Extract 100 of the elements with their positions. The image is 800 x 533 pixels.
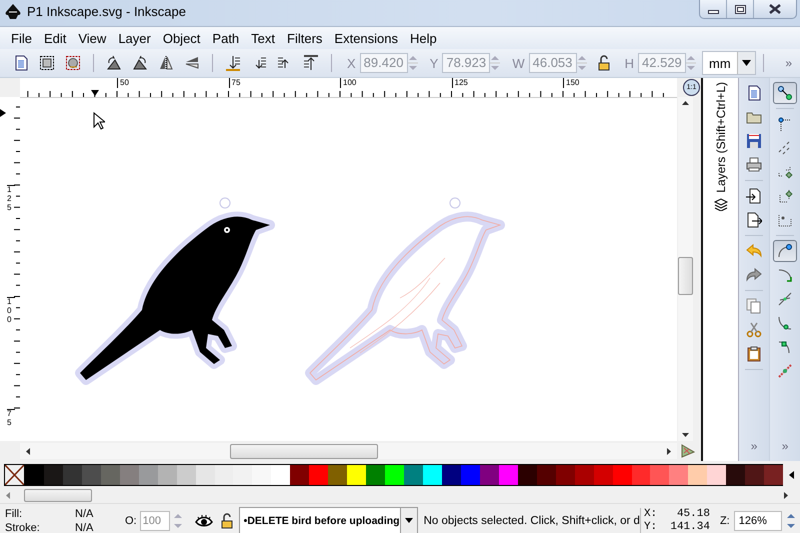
color-swatch[interactable] — [82, 464, 101, 486]
color-swatch[interactable] — [594, 464, 613, 486]
lower-to-bottom-icon — [225, 55, 241, 71]
cut-icon — [746, 322, 762, 338]
horizontal-scrollbar[interactable] — [20, 443, 677, 459]
scroll-right-icon — [667, 448, 671, 454]
raise-to-top-icon — [303, 55, 319, 71]
color-swatch[interactable] — [62, 464, 82, 486]
color-swatch[interactable] — [385, 464, 404, 486]
no-paint-icon — [5, 465, 24, 485]
select-all-layers-icon — [65, 55, 81, 71]
copy-icon — [746, 298, 762, 314]
no-paint-swatch[interactable] — [4, 464, 25, 486]
color-swatch[interactable] — [120, 464, 139, 486]
overflow-button[interactable]: » — [782, 439, 788, 453]
new-document-icon — [13, 55, 29, 71]
color-swatch[interactable] — [518, 464, 537, 486]
menu-item[interactable]: Help — [404, 30, 443, 46]
color-swatch[interactable] — [460, 464, 480, 486]
color-swatch[interactable] — [688, 464, 708, 486]
color-swatch[interactable] — [650, 464, 670, 486]
maximize-icon — [734, 4, 746, 14]
select-all-icon — [39, 55, 55, 71]
color-swatch[interactable] — [176, 464, 196, 486]
menu-item[interactable]: Object — [156, 30, 206, 46]
stroke-value: N/A — [75, 520, 94, 533]
unit-dropdown[interactable]: mm — [702, 51, 756, 75]
undo-icon — [746, 243, 762, 259]
color-swatch[interactable] — [233, 464, 252, 486]
color-swatch[interactable] — [271, 464, 290, 486]
color-swatch[interactable] — [347, 464, 366, 486]
menu-item[interactable]: Edit — [38, 30, 72, 46]
color-swatch[interactable] — [669, 464, 688, 486]
snap-enable-button[interactable] — [773, 82, 798, 104]
color-swatch[interactable] — [726, 464, 746, 486]
inkscape-logo-icon — [4, 3, 22, 21]
color-swatch[interactable] — [196, 464, 215, 486]
field-label: X — [347, 56, 356, 70]
scroll-right-icon — [784, 492, 788, 498]
color-swatch[interactable] — [100, 464, 120, 486]
spin-button[interactable] — [786, 512, 796, 530]
color-swatch[interactable] — [44, 464, 63, 486]
color-swatch[interactable] — [309, 464, 328, 486]
menu-item[interactable]: Layer — [112, 30, 157, 46]
print-icon — [746, 157, 762, 173]
color-swatch[interactable] — [442, 464, 461, 486]
ruler-label: 75 — [228, 78, 240, 88]
vertical-scrollbar[interactable] — [678, 97, 693, 441]
color-swatch[interactable] — [423, 464, 442, 486]
color-managed-icon[interactable] — [681, 444, 695, 458]
snap-intersection-icon — [777, 291, 794, 307]
color-swatch[interactable] — [632, 464, 650, 486]
color-swatch[interactable] — [214, 464, 234, 486]
color-swatch[interactable] — [366, 464, 386, 486]
palette-menu-icon[interactable] — [789, 471, 794, 479]
color-swatch[interactable] — [252, 464, 272, 486]
ruler-label: 50 — [117, 78, 129, 88]
color-swatch[interactable] — [480, 464, 499, 486]
color-swatch[interactable] — [328, 464, 348, 486]
color-swatch[interactable] — [138, 464, 158, 486]
field-label: W — [512, 56, 525, 70]
color-swatch[interactable] — [25, 464, 44, 486]
overflow-button[interactable]: » — [750, 439, 758, 453]
overflow-button[interactable]: » — [785, 56, 792, 70]
color-swatch[interactable] — [612, 464, 632, 486]
ruler-label: 100 — [340, 78, 356, 88]
color-swatch[interactable] — [498, 464, 518, 486]
scrollbar-thumb[interactable] — [678, 257, 693, 295]
color-swatch[interactable] — [556, 464, 575, 486]
color-swatch[interactable] — [707, 464, 726, 486]
caret-icon — [404, 518, 413, 523]
layer-dropdown[interactable]: •DELETE bird before uploading — [238, 507, 418, 533]
color-swatch[interactable] — [574, 464, 594, 486]
window-title: P1 Inkscape.svg - Inkscape — [27, 4, 186, 19]
color-swatch[interactable] — [764, 464, 784, 486]
menu-item[interactable]: View — [72, 30, 112, 46]
ruler-label: 125 — [7, 185, 15, 212]
menu-item[interactable]: Filters — [281, 30, 328, 46]
color-swatch[interactable] — [536, 464, 556, 486]
color-swatch[interactable] — [158, 464, 177, 486]
save-icon — [746, 133, 762, 149]
color-swatch[interactable] — [290, 464, 310, 486]
scrollbar-thumb[interactable] — [24, 488, 92, 502]
color-swatch[interactable] — [745, 464, 764, 486]
layer-visibility-button[interactable] — [194, 514, 213, 528]
zoom-field[interactable]: 126% — [734, 510, 782, 530]
color-swatch[interactable] — [404, 464, 424, 486]
scrollbar-thumb[interactable] — [230, 444, 378, 458]
menu-item[interactable]: Extensions — [328, 30, 404, 46]
snap-nodes-button[interactable] — [773, 240, 798, 262]
menu-item[interactable]: File — [5, 30, 38, 46]
menu-item[interactable]: Text — [245, 30, 282, 46]
field-label: Y — [430, 56, 438, 70]
opacity-field[interactable]: 100 — [140, 510, 170, 530]
menu-item[interactable]: Path — [206, 30, 246, 46]
rotate-right-icon — [132, 55, 148, 71]
layers-tab[interactable]: Layers (Shift+Ctrl+L) — [714, 82, 728, 211]
redo-icon — [746, 267, 762, 283]
layer-lock-button[interactable] — [218, 512, 233, 528]
rotate-left-icon — [106, 55, 122, 71]
